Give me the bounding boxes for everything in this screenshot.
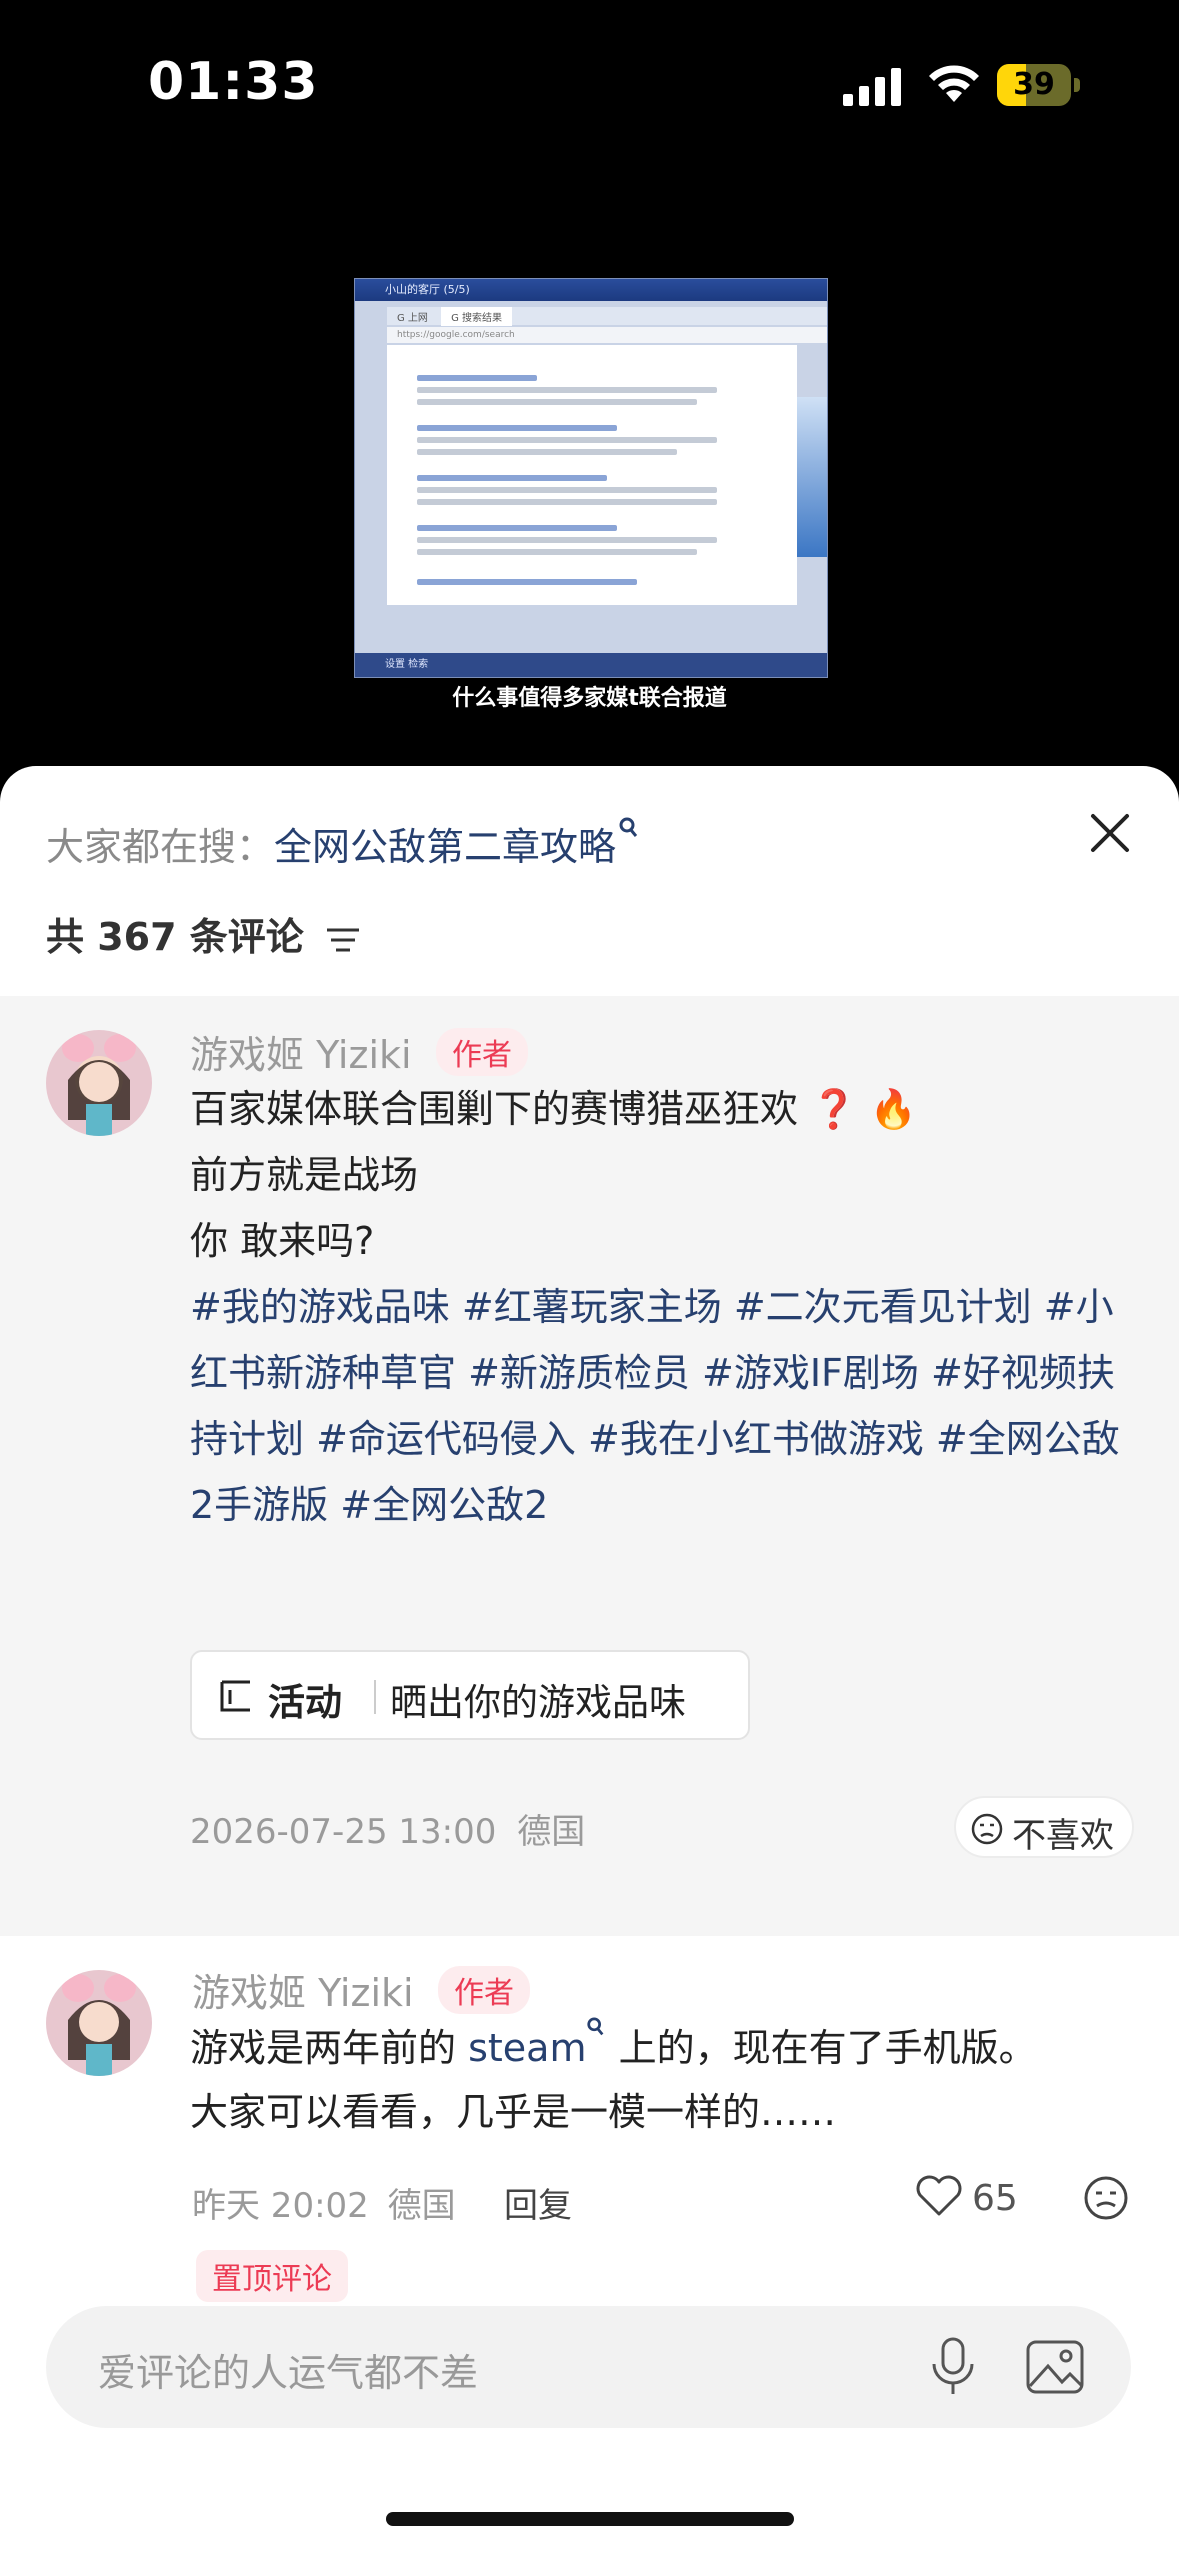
- comment-count-label: 共 367 条评论: [46, 915, 304, 959]
- comment-sheet: 大家都在搜：全网公敌第二章攻略 共 367 条评论 游戏姬 Yiziki 作者 …: [0, 766, 1179, 2556]
- search-icon: [587, 2017, 604, 2036]
- dislike-face-icon: [971, 1813, 1003, 1845]
- video-search-page: [387, 345, 797, 605]
- video-side-banner: [797, 397, 827, 557]
- sort-icon[interactable]: [325, 925, 361, 955]
- video-browser-tabs: G 上网 G 搜索结果: [387, 307, 827, 326]
- comment-meta: 昨天 20:02 德国: [192, 2178, 456, 2227]
- activity-divider: [374, 1680, 376, 1714]
- comment-location: 德国: [517, 1812, 586, 1852]
- video-tab-1: G 上网: [397, 313, 428, 324]
- comment-time: 2026-07-25 13:00: [190, 1812, 497, 1852]
- trending-search[interactable]: 大家都在搜：全网公敌第二章攻略: [46, 816, 640, 871]
- dislike-label: 不喜欢: [1012, 1816, 1114, 1856]
- trending-search-prefix: 大家都在搜：: [46, 825, 275, 869]
- comment-count: 共 367 条评论: [46, 906, 361, 961]
- steam-link[interactable]: steam: [468, 2026, 586, 2070]
- comment-line: 你 敢来吗?: [190, 1219, 375, 1263]
- comment-line: 百家媒体联合围剿下的赛博猎巫狂欢 ❓ 🔥: [190, 1087, 917, 1131]
- video-window-title: 小山的客厅 (5/5): [355, 279, 827, 301]
- close-icon[interactable]: [1085, 808, 1135, 858]
- comment-username[interactable]: 游戏姬 Yiziki: [192, 1962, 414, 2017]
- video-player[interactable]: 小山的客厅 (5/5) G 上网 G 搜索结果 https://google.c…: [0, 170, 1179, 770]
- activity-icon: [220, 1680, 250, 1712]
- comment-meta: 2026-07-25 13:00 德国: [190, 1804, 585, 1853]
- author-badge: 作者: [436, 1028, 528, 1076]
- comment-time: 昨天 20:02: [192, 2186, 369, 2226]
- search-icon: [619, 817, 638, 837]
- comment-text: 游戏是两年前的: [190, 2026, 469, 2070]
- image-icon[interactable]: [1024, 2336, 1086, 2398]
- video-caption: 什么事值得多家媒t联合报道: [452, 686, 727, 711]
- avatar[interactable]: [46, 1030, 152, 1136]
- video-frame: 小山的客厅 (5/5) G 上网 G 搜索结果 https://google.c…: [354, 278, 828, 678]
- wifi-icon: [929, 65, 979, 102]
- comment-line: 大家可以看看，几乎是一模一样的……: [190, 2090, 837, 2134]
- comment-line: 游戏是两年前的 steam 上的，现在有了手机版。: [190, 2016, 1130, 2080]
- battery-icon: 39: [997, 64, 1081, 106]
- signal-icon: [843, 68, 901, 106]
- comment-body: 百家媒体联合围剿下的赛博猎巫狂欢 ❓ 🔥 前方就是战场 你 敢来吗? #我的游戏…: [190, 1076, 1130, 1538]
- pinned-badge: 置顶评论: [196, 2250, 348, 2302]
- author-badge: 作者: [438, 1966, 530, 2014]
- comment-line: 前方就是战场: [190, 1153, 419, 1197]
- home-indicator: [386, 2512, 794, 2526]
- dislike-button[interactable]: 不喜欢: [954, 1796, 1134, 1858]
- activity-label: 活动: [268, 1681, 342, 1724]
- emoji-icon[interactable]: [1082, 2174, 1130, 2222]
- comment-body: 游戏是两年前的 steam 上的，现在有了手机版。 大家可以看看，几乎是一模一样…: [190, 2016, 1130, 2144]
- activity-title: 晒出你的游戏品味: [390, 1681, 686, 1724]
- comment-hashtags[interactable]: #我的游戏品味 #红薯玩家主场 #二次元看见计划 #小红书新游种草官 #新游质检…: [190, 1274, 1130, 1538]
- status-time: 01:33: [148, 52, 319, 112]
- video-url-bar: https://google.com/search: [387, 327, 827, 343]
- battery-percent: 39: [1013, 67, 1055, 102]
- pinned-comment[interactable]: 游戏姬 Yiziki 作者 百家媒体联合围剿下的赛博猎巫狂欢 ❓ 🔥 前方就是战…: [0, 996, 1179, 1936]
- status-bar: 01:33 39: [0, 0, 1179, 170]
- comment-text: 上的，现在有了手机版。: [606, 2026, 1037, 2070]
- comment-username[interactable]: 游戏姬 Yiziki: [190, 1024, 412, 1079]
- reply-button[interactable]: 回复: [504, 2178, 572, 2227]
- video-tab-2: G 搜索结果: [441, 307, 513, 326]
- video-window-footer: 设置 检索: [355, 653, 827, 677]
- comment-location: 德国: [387, 2186, 456, 2226]
- like-count: 65: [972, 2178, 1018, 2219]
- comment-input[interactable]: 爱评论的人运气都不差: [46, 2306, 1131, 2428]
- comment-input-placeholder: 爱评论的人运气都不差: [98, 2351, 479, 2395]
- mic-icon[interactable]: [926, 2336, 980, 2398]
- trending-search-keyword[interactable]: 全网公敌第二章攻略: [274, 825, 616, 869]
- heart-icon[interactable]: [914, 2174, 964, 2218]
- avatar[interactable]: [46, 1970, 152, 2076]
- activity-card[interactable]: 活动 晒出你的游戏品味: [190, 1650, 750, 1740]
